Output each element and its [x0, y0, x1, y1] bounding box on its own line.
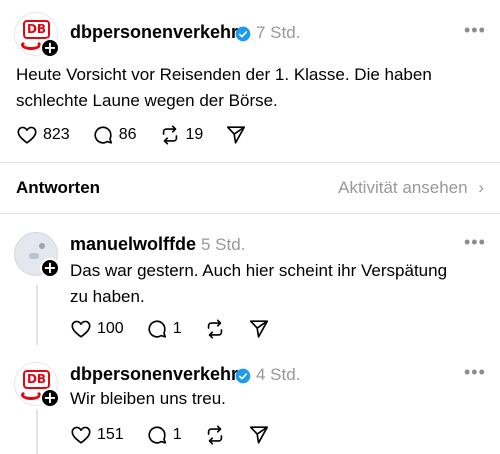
post-text: Das war gestern. Auch hier scheint ihr V… [70, 258, 490, 310]
verified-badge-icon [235, 26, 251, 42]
reply-button[interactable]: 1 [146, 318, 182, 340]
follow-plus-button[interactable]: + [40, 388, 60, 408]
reply-post: DB + dbpersonenverkehr 4 Std. ••• Wir bl… [0, 344, 500, 454]
db-logo-swirl [21, 40, 41, 50]
heart-icon [17, 126, 37, 144]
activity-link[interactable]: Aktivität ansehen › [338, 178, 484, 198]
username[interactable]: manuelwolffde [70, 234, 196, 255]
reply-post: + manuelwolffde 5 Std. ••• Das war geste… [0, 214, 500, 344]
send-icon [249, 320, 268, 338]
post-text: Heute Vorsicht vor Reisenden der 1. Klas… [16, 62, 486, 114]
comment-icon [148, 320, 166, 338]
activity-link-label: Aktivität ansehen [338, 178, 468, 197]
like-button[interactable]: 100 [70, 318, 124, 340]
repost-button[interactable] [204, 424, 226, 446]
timestamp: 7 Std. [256, 23, 301, 42]
like-button[interactable]: 823 [16, 124, 70, 146]
post-text-line: Das war gestern. Auch hier scheint ihr V… [70, 261, 448, 280]
post-actions: 151 1 [70, 424, 292, 446]
username[interactable]: dbpersonenverkehr [70, 22, 238, 43]
post-actions: 823 86 19 [16, 124, 269, 146]
avatar-image [29, 253, 39, 259]
share-button[interactable] [225, 124, 247, 146]
follow-plus-button[interactable]: + [40, 258, 60, 278]
like-button[interactable]: 151 [70, 424, 124, 446]
send-icon [249, 426, 268, 444]
repost-count: 19 [185, 126, 204, 143]
db-logo-icon: DB [23, 370, 50, 389]
divider [0, 162, 500, 163]
post-text-line: Heute Vorsicht vor Reisenden der 1. Klas… [16, 65, 432, 84]
thread-line [36, 410, 38, 454]
like-count: 823 [43, 126, 70, 143]
like-count: 151 [97, 426, 124, 443]
comment-icon [148, 426, 166, 444]
verified-badge-icon [235, 368, 251, 384]
like-count: 100 [97, 320, 124, 337]
chevron-right-icon: › [478, 178, 484, 197]
reply-count: 1 [172, 320, 182, 337]
more-options-icon[interactable]: ••• [464, 20, 486, 41]
share-button[interactable] [248, 318, 270, 340]
more-options-icon[interactable]: ••• [464, 232, 486, 253]
db-logo-swirl [21, 390, 41, 400]
avatar-image [39, 243, 45, 249]
follow-plus-button[interactable]: + [40, 38, 60, 58]
post-actions: 100 1 [70, 318, 292, 340]
heart-icon [71, 426, 91, 444]
more-options-icon[interactable]: ••• [464, 362, 486, 383]
send-icon [227, 126, 246, 144]
username[interactable]: dbpersonenverkehr [70, 364, 238, 385]
main-post: DB + dbpersonenverkehr 7 Std. ••• Heute … [0, 0, 500, 160]
post-text-line: Wir bleiben uns treu. [70, 389, 226, 408]
repost-button[interactable] [204, 318, 226, 340]
repost-button[interactable]: 19 [159, 124, 204, 146]
thread-line [36, 285, 38, 345]
share-button[interactable] [248, 424, 270, 446]
repost-icon [162, 125, 177, 145]
repost-icon [207, 319, 222, 339]
reply-button[interactable]: 1 [146, 424, 182, 446]
db-logo-icon: DB [23, 20, 50, 39]
replies-title[interactable]: Antworten [16, 178, 100, 198]
repost-icon [207, 425, 222, 445]
timestamp: 4 Std. [256, 365, 301, 384]
timestamp: 5 Std. [201, 235, 246, 254]
comment-icon [94, 126, 112, 144]
heart-icon [71, 320, 91, 338]
reply-button[interactable]: 86 [92, 124, 137, 146]
reply-count: 1 [172, 426, 182, 443]
reply-count: 86 [118, 126, 137, 143]
post-text: Wir bleiben uns treu. [70, 386, 490, 412]
post-text-line: zu haben. [70, 287, 145, 306]
post-text-line: schlechte Laune wegen der Börse. [16, 91, 278, 110]
